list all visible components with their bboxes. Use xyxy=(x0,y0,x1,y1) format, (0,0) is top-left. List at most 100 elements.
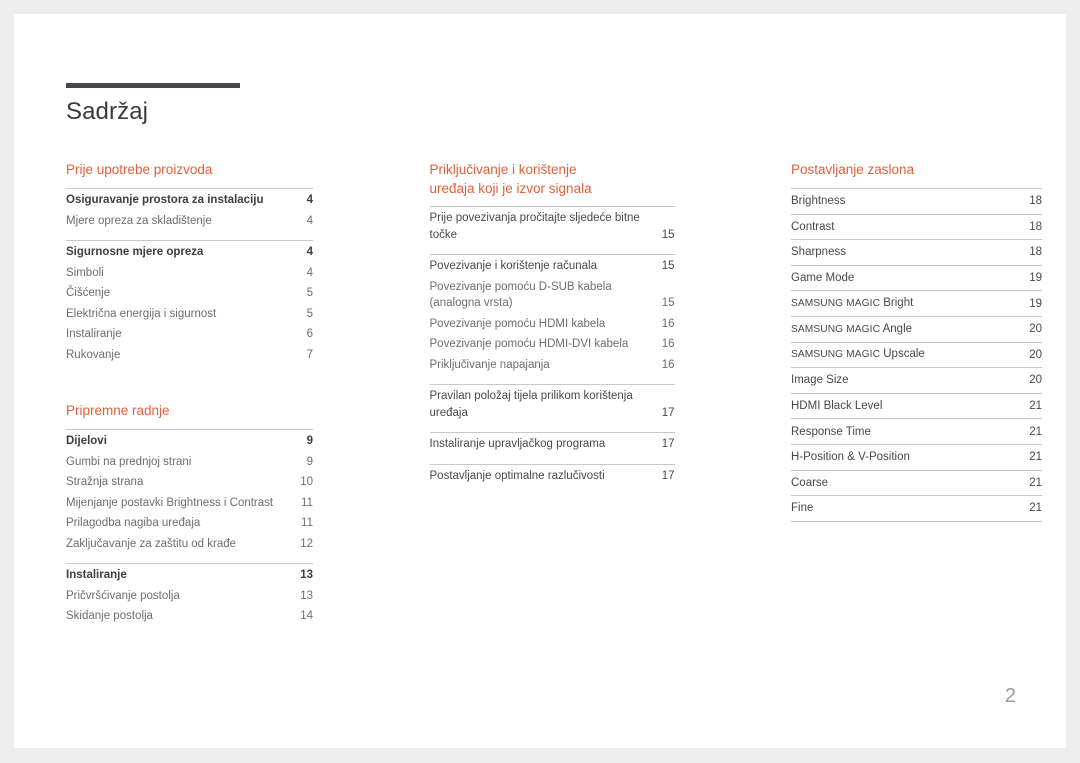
toc-entry-label: Response Time xyxy=(791,425,871,438)
toc-entry[interactable]: Prilagodba nagiba uređaja 11 xyxy=(66,513,313,534)
toc-entry-label: SAMSUNG MAGIC Angle xyxy=(791,322,913,335)
page-title: Sadržaj xyxy=(66,98,149,125)
toc-entry[interactable]: Povezivanje pomoću HDMI kabela 16 xyxy=(430,314,675,335)
toc-entry-page: 13 xyxy=(300,569,313,581)
toc-entry[interactable]: Coarse 21 xyxy=(791,469,1042,496)
toc-entry[interactable]: Gumbi na prednjoj strani 9 xyxy=(66,452,313,473)
toc-entry-page: 9 xyxy=(306,435,313,447)
toc-entry-page: 21 xyxy=(1029,451,1042,464)
toc-entry-page: 21 xyxy=(1029,502,1042,515)
toc-entry[interactable]: Priključivanje napajanja 16 xyxy=(430,355,675,376)
section-heading[interactable]: Postavljanje zaslona xyxy=(791,160,1042,179)
toc-group: Osiguravanje prostora za instalaciju 4 Mje… xyxy=(66,188,313,231)
section-heading[interactable]: Priključivanje i korištenje uređaja koji… xyxy=(430,160,675,198)
toc-entry[interactable]: Čišćenje 5 xyxy=(66,283,313,304)
toc-entry[interactable]: SAMSUNG MAGIC Bright 19 xyxy=(791,290,1042,316)
toc-group: Instaliranje upravljačkog programa 17 xyxy=(429,432,675,455)
toc-entry[interactable]: H-Position & V-Position 21 xyxy=(791,443,1042,470)
toc-entry-label: Povezivanje i korištenje računala xyxy=(429,260,597,272)
toc-entry-label: Postavljanje optimalne razlučivosti xyxy=(429,469,605,482)
toc-entry[interactable]: Osiguravanje prostora za instalaciju 4 xyxy=(66,190,313,211)
toc-entry-page: 17 xyxy=(661,469,675,482)
toc-entry[interactable]: Image Size 20 xyxy=(791,367,1042,393)
toc-entry[interactable]: Instaliranje upravljačkog programa 17 xyxy=(430,434,675,455)
toc-entry-page: 13 xyxy=(300,589,313,602)
toc-entry-label: Brightness xyxy=(791,195,846,208)
toc-entry-label: Čišćenje xyxy=(66,287,111,299)
toc-entry[interactable]: Instaliranje 13 xyxy=(66,565,313,586)
toc-group: Postavljanje optimalne razlučivosti 17 xyxy=(429,463,675,487)
toc-entry[interactable]: Simboli 4 xyxy=(66,263,313,284)
toc-entry-page: 21 xyxy=(1029,425,1042,438)
toc-entry[interactable]: Contrast 18 xyxy=(791,213,1042,240)
toc-entry-page: 6 xyxy=(306,328,313,340)
toc-entry-page: 5 xyxy=(306,287,313,299)
toc-entry-label: Pravilan položaj tijela prilikom korište… xyxy=(429,390,633,419)
section-heading[interactable]: Pripremne radnje xyxy=(66,401,313,420)
toc-entry-page: 10 xyxy=(300,476,313,488)
toc-entry-label: Mjere opreza za skladištenje xyxy=(66,214,212,227)
toc-entry-page: 4 xyxy=(306,214,313,227)
toc-entry-page: 15 xyxy=(661,260,675,272)
toc-entry[interactable]: Povezivanje pomoću HDMI-DVI kabela 16 xyxy=(430,334,675,355)
toc-entry-label: Električna energija i sigurnost xyxy=(66,307,217,320)
toc-entry[interactable]: Postavljanje optimalne razlučivosti 17 xyxy=(430,466,675,487)
toc-entry-page: 19 xyxy=(1029,297,1042,310)
toc-entry[interactable]: Rukovanje 7 xyxy=(66,345,313,366)
toc-group: Povezivanje i korištenje računala 15 Povez… xyxy=(429,254,675,376)
toc-entry-label: Sharpness xyxy=(791,246,846,259)
toc-entry-page: 16 xyxy=(661,358,675,371)
title-accent-rule xyxy=(66,83,240,88)
toc-entry[interactable]: Fine 21 xyxy=(791,495,1042,521)
toc-entry[interactable]: Stražnja strana 10 xyxy=(66,472,313,493)
toc-entry[interactable]: SAMSUNG MAGIC Angle 20 xyxy=(791,315,1042,342)
toc-entry-page: 11 xyxy=(301,517,313,529)
document-page: Sadržaj Prije upotrebe proizvoda Osigurav… xyxy=(14,14,1066,748)
toc-entry[interactable]: Električna energija i sigurnost 5 xyxy=(66,304,313,325)
toc-entry-label: H-Position & V-Position xyxy=(791,451,910,464)
toc-entry-label: Instaliranje xyxy=(66,328,122,340)
toc-entry[interactable]: HDMI Black Level 21 xyxy=(791,392,1042,419)
toc-column-3: Postavljanje zaslona Brightness 18 Contrast… xyxy=(791,160,1042,627)
toc-entry-page: 9 xyxy=(306,455,313,468)
toc-entry-label: Contrast xyxy=(791,220,835,233)
toc-entry[interactable]: Sharpness 18 xyxy=(791,239,1042,265)
toc-entry[interactable]: Mjere opreza za skladištenje 4 xyxy=(66,211,313,232)
toc-entry[interactable]: Prije povezivanja pročitajte sljedeće bi… xyxy=(430,208,675,245)
toc-entry[interactable]: Povezivanje pomoću D-SUB kabela (analogn… xyxy=(430,277,675,314)
toc-entry[interactable]: SAMSUNG MAGIC Upscale 20 xyxy=(791,341,1042,368)
toc-entry-page: 18 xyxy=(1029,246,1042,259)
toc-entry[interactable]: Pričvršćivanje postolja 13 xyxy=(66,586,313,607)
toc-entry[interactable]: Zaključavanje za zaštitu od krađe 12 xyxy=(66,534,313,555)
toc-entry-page: 21 xyxy=(1029,476,1042,489)
toc-entry-label: HDMI Black Level xyxy=(791,400,883,413)
toc-entry[interactable]: Povezivanje i korištenje računala 15 xyxy=(430,256,675,277)
toc-entry-page: 20 xyxy=(1029,374,1042,387)
toc-column-2: Priključivanje i korištenje uređaja koji… xyxy=(429,160,675,627)
toc-column-1: Prije upotrebe proizvoda Osiguravanje pro… xyxy=(66,160,313,627)
toc-entry-label: Sigurnosne mjere opreza xyxy=(66,246,204,258)
toc-entry-page: 15 xyxy=(661,297,675,309)
toc-entry[interactable]: Skidanje postolja 14 xyxy=(66,606,313,627)
toc-entry[interactable]: Brightness 18 xyxy=(791,188,1042,214)
toc-entry[interactable]: Dijelovi 9 xyxy=(66,431,313,452)
toc-entry[interactable]: Instaliranje 6 xyxy=(66,324,313,345)
toc-entry-label: Priključivanje napajanja xyxy=(429,358,550,371)
toc-entry-label: Pričvršćivanje postolja xyxy=(66,589,180,602)
toc-entry-label: Zaključavanje za zaštitu od krađe xyxy=(66,537,237,550)
toc-group: Sigurnosne mjere opreza 4 Simboli 4 Čišćenje… xyxy=(66,240,313,365)
toc-entry-label: Prije povezivanja pročitajte sljedeće bi… xyxy=(429,212,640,241)
toc-entry[interactable]: Mijenjanje postavki Brightness i Contras… xyxy=(66,493,313,514)
section-heading[interactable]: Prije upotrebe proizvoda xyxy=(66,160,313,179)
toc-entry[interactable]: Sigurnosne mjere opreza 4 xyxy=(66,242,313,263)
toc-group: Prije povezivanja pročitajte sljedeće bi… xyxy=(429,206,675,245)
toc-entry[interactable]: Pravilan položaj tijela prilikom korište… xyxy=(430,386,675,423)
toc-entry-label: Rukovanje xyxy=(66,348,121,361)
toc-entry-label: SAMSUNG MAGIC Upscale xyxy=(791,348,925,361)
toc-entry[interactable]: Response Time 21 xyxy=(791,418,1042,444)
toc-entry[interactable]: Game Mode 19 xyxy=(791,264,1042,291)
